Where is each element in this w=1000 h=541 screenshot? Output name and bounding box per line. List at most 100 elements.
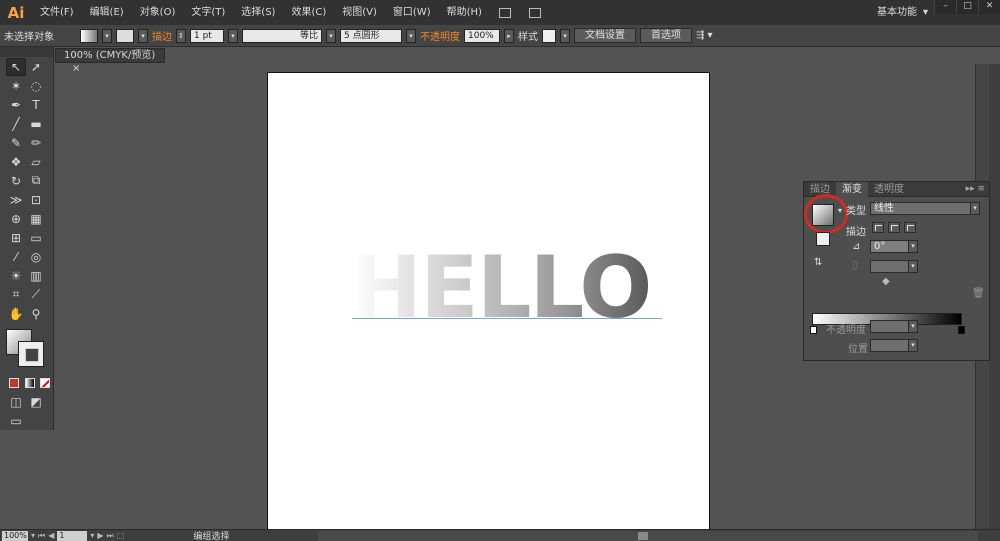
tab-transparency[interactable]: 透明度 — [868, 182, 910, 197]
graphic-style-swatch[interactable] — [542, 28, 556, 43]
gradient-type-select[interactable]: 线性 — [870, 202, 980, 215]
gradient-stop-start[interactable] — [810, 326, 817, 334]
magic-wand-tool-icon[interactable]: ✶ — [6, 77, 26, 95]
menu-help[interactable]: 帮助(H) — [439, 0, 490, 25]
fill-stroke-widget[interactable] — [4, 327, 50, 367]
menu-file[interactable]: 文件(F) — [32, 0, 82, 25]
workspace-switcher[interactable]: 基本功能 ▾ — [877, 0, 928, 25]
prev-artboard-icon[interactable]: ◀ — [48, 531, 54, 540]
panel-menu-icon[interactable]: ▸▸ ≡ — [966, 184, 989, 194]
none-mode-icon[interactable] — [37, 374, 53, 392]
arrange-documents-icon[interactable] — [524, 5, 546, 21]
zoom-tool-icon[interactable]: ⚲ — [26, 305, 46, 323]
blob-brush-tool-icon[interactable]: ❖ — [6, 153, 26, 171]
slice-tool-icon[interactable]: ⟋ — [26, 286, 46, 304]
fill-swatch[interactable] — [80, 28, 98, 43]
chevron-down-icon[interactable]: ▾ — [138, 28, 148, 43]
stroke-box[interactable] — [18, 341, 44, 367]
scroll-thumb[interactable] — [638, 532, 648, 540]
stroke-gradient-across-icon[interactable] — [904, 222, 916, 233]
chevron-down-icon[interactable]: ▾ — [908, 240, 918, 253]
maximize-icon[interactable]: □ — [956, 0, 978, 14]
width-tool-icon[interactable]: ≫ — [6, 191, 26, 209]
free-transform-tool-icon[interactable]: ⊡ — [26, 191, 46, 209]
chevron-down-icon[interactable]: ▾ — [228, 28, 238, 43]
menu-window[interactable]: 窗口(W) — [385, 0, 439, 25]
opacity-label[interactable]: 不透明度 — [420, 28, 460, 43]
hand-tool-icon[interactable]: ✋ — [6, 305, 26, 323]
minimize-icon[interactable]: – — [934, 0, 956, 14]
artboard[interactable]: HELLO — [267, 72, 710, 530]
menu-edit[interactable]: 编辑(E) — [82, 0, 132, 25]
chevron-down-icon[interactable]: ▾ — [90, 531, 94, 540]
panel-menu-icon[interactable]: ⇶ ▾ — [696, 30, 713, 41]
stroke-weight-stepper[interactable]: ⇕ — [176, 28, 186, 43]
first-artboard-icon[interactable]: ⏮ — [38, 531, 45, 541]
pen-tool-icon[interactable]: ✒ — [6, 96, 26, 114]
chevron-down-icon[interactable]: ▾ — [560, 28, 570, 43]
gradient-stop-end[interactable] — [958, 326, 965, 334]
reverse-gradient-icon[interactable]: ⇅ — [814, 257, 822, 268]
menu-select[interactable]: 选择(S) — [233, 0, 283, 25]
draw-behind-icon[interactable]: ◩ — [26, 393, 46, 411]
eraser-tool-icon[interactable]: ▱ — [26, 153, 46, 171]
stroke-box[interactable] — [816, 232, 830, 246]
chevron-right-icon[interactable]: ▸ — [504, 28, 514, 43]
column-graph-tool-icon[interactable]: ▥ — [26, 267, 46, 285]
pencil-tool-icon[interactable]: ✏ — [26, 134, 46, 152]
trash-icon[interactable]: 🗑 — [972, 288, 985, 299]
preferences-button[interactable]: 首选项 — [640, 28, 692, 43]
chevron-down-icon[interactable]: ▾ — [326, 28, 336, 43]
symbol-sprayer-tool-icon[interactable]: ☀ — [6, 267, 26, 285]
close-icon[interactable]: × — [72, 63, 80, 74]
direct-selection-tool-icon[interactable]: ➚ — [26, 58, 46, 76]
menu-effect[interactable]: 效果(C) — [283, 0, 334, 25]
scale-tool-icon[interactable]: ⧉ — [26, 172, 46, 190]
chevron-down-icon[interactable]: ▾ — [102, 28, 112, 43]
stroke-weight-field[interactable]: 1 pt — [190, 28, 224, 43]
rectangle-tool-icon[interactable]: ▬ — [26, 115, 46, 133]
menu-object[interactable]: 对象(O) — [132, 0, 184, 25]
panel-header[interactable] — [0, 47, 53, 57]
selection-tool-icon[interactable]: ↖ — [6, 57, 26, 76]
stroke-gradient-within-icon[interactable] — [872, 222, 884, 233]
tab-gradient[interactable]: 渐变 — [836, 181, 868, 197]
gradient-tool-icon[interactable]: ▭ — [26, 229, 46, 247]
next-artboard-icon[interactable]: ▶ — [97, 531, 103, 540]
chevron-down-icon[interactable]: ▾ — [406, 28, 416, 43]
rotate-tool-icon[interactable]: ↻ — [6, 172, 26, 190]
mesh-tool-icon[interactable]: ⊞ — [6, 229, 26, 247]
zoom-field[interactable]: 100% — [2, 530, 28, 541]
close-icon[interactable]: ✕ — [978, 0, 1000, 14]
stroke-label[interactable]: 描边 — [152, 28, 172, 43]
eyedropper-tool-icon[interactable]: ⁄ — [6, 248, 26, 266]
variable-width-profile[interactable]: 等比 — [242, 28, 322, 43]
paintbrush-tool-icon[interactable]: ✎ — [6, 134, 26, 152]
color-mode-icon[interactable] — [6, 374, 22, 392]
last-artboard-icon[interactable]: ⏭ — [107, 531, 114, 541]
menu-type[interactable]: 文字(T) — [183, 0, 233, 25]
horizontal-scrollbar[interactable] — [318, 531, 978, 541]
draw-normal-icon[interactable]: ◫ — [6, 393, 26, 411]
chevron-down-icon[interactable]: ▾ — [31, 531, 35, 540]
chevron-down-icon[interactable]: ▾ — [838, 206, 842, 215]
brush-definition[interactable]: 5 点圆形 — [340, 28, 402, 43]
stroke-gradient-along-icon[interactable] — [888, 222, 900, 233]
blend-tool-icon[interactable]: ◎ — [26, 248, 46, 266]
artboard-number-field[interactable]: 1 — [57, 530, 88, 541]
line-tool-icon[interactable]: ╱ — [6, 115, 26, 133]
opacity-field[interactable]: 100% — [464, 28, 500, 43]
status-menu-icon[interactable]: ⬚ — [117, 531, 125, 540]
angle-field[interactable]: 0° — [870, 240, 910, 253]
stroke-swatch[interactable] — [116, 28, 134, 43]
bridge-icon[interactable] — [494, 5, 516, 21]
gradient-mode-icon[interactable] — [22, 374, 38, 392]
perspective-grid-tool-icon[interactable]: ▦ — [26, 210, 46, 228]
document-setup-button[interactable]: 文档设置 — [574, 28, 636, 43]
lasso-tool-icon[interactable]: ◌ — [26, 77, 46, 95]
screen-mode-icon[interactable]: ▭ — [6, 412, 26, 430]
type-tool-icon[interactable]: T — [26, 96, 46, 114]
chevron-down-icon[interactable]: ▾ — [970, 202, 980, 215]
document-tab[interactable]: 100% (CMYK/预览) × — [55, 48, 165, 74]
artboard-tool-icon[interactable]: ⌗ — [6, 286, 26, 304]
